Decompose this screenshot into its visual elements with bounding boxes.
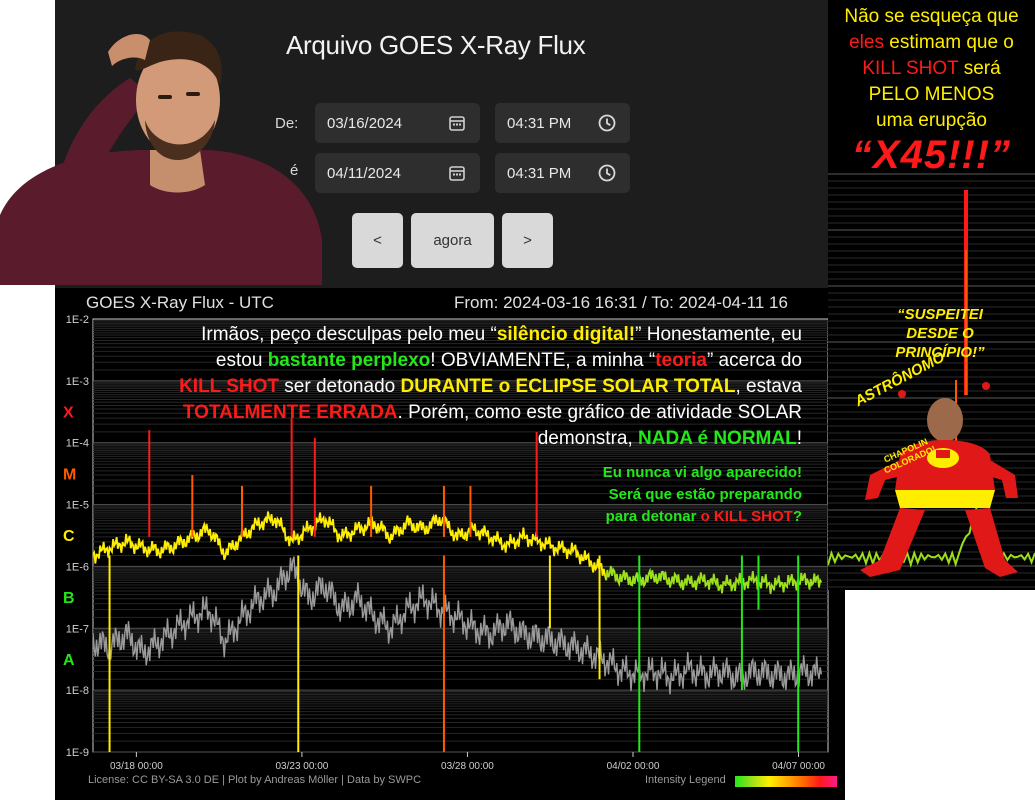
class-label-c: C bbox=[63, 528, 75, 545]
commentary-line-3: KILL SHOT ser detonado DURANTE o ECLIPSE… bbox=[179, 376, 802, 397]
to-date-value: 04/11/2024 bbox=[327, 164, 401, 182]
y-tick-label: 1E-5 bbox=[66, 500, 89, 512]
susp-line-2: DESDE O bbox=[906, 325, 974, 342]
now-button[interactable]: agora bbox=[411, 213, 494, 268]
commentary-line-5: demonstra, NADA é NORMAL! bbox=[537, 428, 802, 449]
to-date-input[interactable]: 04/11/2024 bbox=[315, 153, 480, 193]
page-title: Arquivo GOES X-Ray Flux bbox=[286, 30, 586, 60]
x-tick-label: 03/23 00:00 bbox=[275, 761, 328, 772]
from-time-value: 04:31 PM bbox=[507, 114, 572, 132]
side-note: Não se esqueça que eles estimam que o KI… bbox=[828, 4, 1035, 134]
x-tick-label: 03/18 00:00 bbox=[110, 761, 163, 772]
y-tick-label: 1E-2 bbox=[66, 314, 89, 326]
green-line-3: para detonar o KILL SHOT? bbox=[605, 508, 802, 525]
green-line-1: Eu nunca vi algo aparecido! bbox=[602, 464, 802, 481]
class-label-b: B bbox=[63, 590, 75, 607]
from-date-input[interactable]: 03/16/2024 bbox=[315, 103, 480, 143]
commentary-line-4: TOTALMENTE ERRADA. Porém, como este gráf… bbox=[182, 402, 802, 423]
from-time-input[interactable]: 04:31 PM bbox=[495, 103, 630, 143]
side-note-line-3: KILL SHOT será bbox=[862, 58, 1001, 79]
y-tick-label: 1E-6 bbox=[66, 561, 89, 573]
next-button[interactable]: > bbox=[502, 213, 553, 268]
susp-line-1: “SUSPEITEI bbox=[897, 306, 983, 323]
commentary-line-1: Irmãos, peço desculpas pelo meu “silênci… bbox=[201, 324, 802, 345]
commentary-green-text: Eu nunca vi algo aparecido! Será que est… bbox=[500, 462, 802, 528]
calendar-icon[interactable] bbox=[448, 164, 466, 182]
chapolin-caricature bbox=[860, 382, 1018, 577]
x-tick-label: 04/02 00:00 bbox=[607, 761, 660, 772]
class-label-m: M bbox=[63, 466, 76, 483]
x-tick-label: 04/07 00:00 bbox=[772, 761, 825, 772]
intensity-legend-bar bbox=[735, 776, 837, 787]
commentary-line-2: estou bastante perplexo! OBVIAMENTE, a m… bbox=[215, 350, 802, 371]
side-note-line-4: PELO MENOS bbox=[868, 84, 995, 105]
side-note-line-5: uma erupção bbox=[876, 110, 987, 131]
y-tick-label: 1E-4 bbox=[66, 438, 89, 450]
calendar-icon[interactable] bbox=[448, 114, 466, 132]
to-time-value: 04:31 PM bbox=[507, 164, 572, 182]
side-note-line-1: Não se esqueça que bbox=[844, 6, 1019, 27]
class-label-a: A bbox=[63, 652, 75, 669]
previous-button[interactable]: < bbox=[352, 213, 403, 268]
class-label-x: X bbox=[63, 404, 74, 421]
from-date-value: 03/16/2024 bbox=[327, 114, 403, 132]
y-tick-label: 1E-7 bbox=[66, 623, 89, 635]
y-tick-label: 1E-9 bbox=[66, 747, 89, 759]
commentary-text: Irmãos, peço desculpas pelo meu “silênci… bbox=[90, 322, 802, 452]
clock-icon[interactable] bbox=[598, 114, 616, 132]
puzzled-man-photo bbox=[0, 31, 322, 285]
license-text: License: CC BY-SA 3.0 DE | Plot by Andre… bbox=[88, 774, 422, 786]
intensity-legend-label: Intensity Legend bbox=[645, 774, 726, 786]
x-tick-label: 03/28 00:00 bbox=[441, 761, 494, 772]
clock-icon[interactable] bbox=[598, 164, 616, 182]
y-tick-label: 1E-8 bbox=[66, 685, 89, 697]
green-line-2: Será que estão preparando bbox=[608, 486, 802, 503]
side-note-line-2: eles estimam que o bbox=[849, 32, 1014, 53]
y-tick-label: 1E-3 bbox=[66, 376, 89, 388]
to-time-input[interactable]: 04:31 PM bbox=[495, 153, 630, 193]
